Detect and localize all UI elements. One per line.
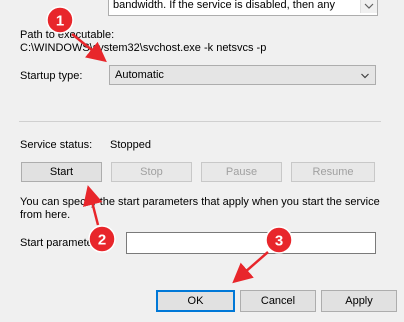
service-status-label: Service status: [20,139,93,151]
startup-type-label: Startup type: [20,70,83,82]
scroll-down-icon[interactable] [360,0,377,13]
stop-button[interactable]: Stop [111,162,192,182]
description-text: bandwidth. If the service is disabled, t… [113,0,335,11]
description-box[interactable]: bandwidth. If the service is disabled, t… [108,0,378,16]
resume-button[interactable]: Resume [291,162,375,182]
start-params-input[interactable] [126,232,376,254]
pause-button[interactable]: Pause [201,162,282,182]
divider [19,121,381,122]
path-label: Path to executable: [20,29,115,41]
startup-type-value: Automatic [115,69,164,81]
ok-button[interactable]: OK [156,290,235,312]
start-button[interactable]: Start [21,162,102,182]
cancel-button[interactable]: Cancel [240,290,316,312]
apply-button[interactable]: Apply [321,290,397,312]
start-params-label: Start parameters: [20,237,105,249]
start-params-hint: You can specify the start parameters tha… [20,196,380,208]
chevron-down-icon [361,73,369,79]
start-params-hint-2: from here. [20,209,71,221]
service-properties-panel: bandwidth. If the service is disabled, t… [0,0,404,322]
startup-type-dropdown[interactable]: Automatic [109,65,376,85]
service-status-value: Stopped [110,139,151,151]
path-value: C:\WINDOWS\system32\svchost.exe -k netsv… [20,42,267,54]
